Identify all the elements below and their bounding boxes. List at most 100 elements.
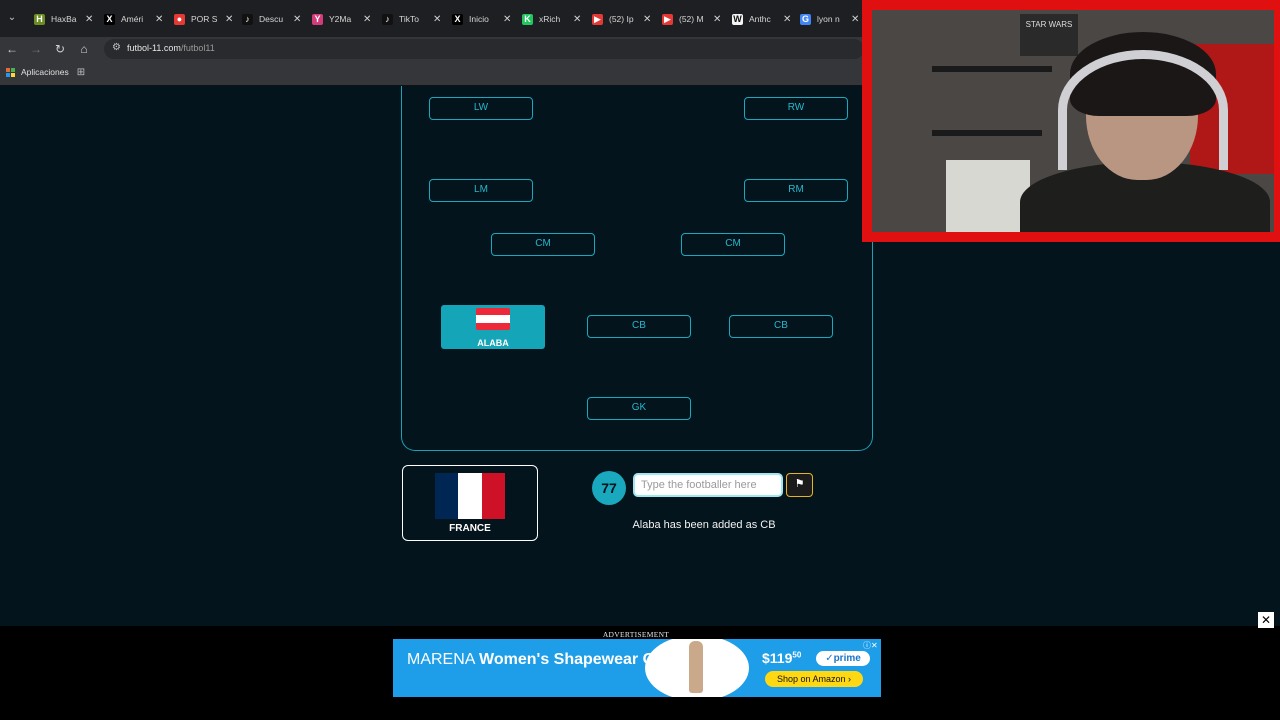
tab-close-icon[interactable]: ✕: [85, 14, 93, 25]
status-message: Alaba has been added as CB: [632, 519, 776, 531]
tab-title: POR S: [191, 14, 218, 24]
tab-close-icon[interactable]: ✕: [573, 14, 581, 25]
forward-arrow-icon[interactable]: →: [28, 41, 44, 57]
flag-icon[interactable]: ⚑: [786, 473, 813, 497]
browser-tab[interactable]: KxRich ✕: [516, 8, 582, 30]
webcam-shelf: [932, 130, 1042, 136]
browser-tab[interactable]: Y Y2Ma ✕: [306, 8, 372, 30]
flag-stripe: [458, 473, 482, 519]
position-slot-rw[interactable]: RW: [744, 97, 848, 120]
pitch: LW RW LM RM CM CM ALABA CB CB GK: [401, 86, 873, 451]
tab-title: Améri: [121, 14, 144, 24]
position-slot-cm-right[interactable]: CM: [681, 233, 785, 256]
position-slot-gk[interactable]: GK: [587, 397, 691, 420]
tab-favicon-icon: ♪: [242, 13, 253, 25]
webcam-headset: [1058, 50, 1228, 170]
tab-close-icon[interactable]: ✕: [433, 14, 441, 25]
tab-close-icon[interactable]: ✕: [783, 14, 791, 25]
tab-title: xRich: [539, 14, 561, 24]
austria-flag: [476, 308, 510, 330]
ad-close-icon[interactable]: ✕: [1258, 612, 1274, 628]
france-flag: [435, 473, 505, 519]
position-slot-lm[interactable]: LM: [429, 179, 533, 202]
tab-close-icon[interactable]: ✕: [293, 14, 301, 25]
tab-favicon-icon: ▶: [592, 13, 603, 25]
apps-grid-icon: [6, 67, 15, 77]
tab-title: Descu: [259, 14, 284, 24]
tab-close-icon[interactable]: ✕: [643, 14, 651, 25]
country-name: FRANCE: [449, 523, 491, 534]
browser-tab[interactable]: ● POR S ✕: [168, 8, 234, 30]
position-slot-lw[interactable]: LW: [429, 97, 533, 120]
footballer-input[interactable]: [633, 473, 783, 497]
flag-stripe: [481, 473, 505, 519]
ad-label: ADVERTISEMENT: [602, 630, 670, 639]
back-arrow-icon[interactable]: ←: [4, 41, 20, 57]
position-slot-cb-right[interactable]: CB: [729, 315, 833, 338]
bookmark-label: Aplicaciones: [21, 67, 69, 77]
address-bar[interactable]: ⚙ futbol-11.com/futbol11: [104, 39, 864, 59]
browser-tab[interactable]: ▶ (52) Ip ✕: [586, 8, 652, 30]
tab-close-icon[interactable]: ✕: [363, 14, 371, 25]
ad-product-figure: [689, 641, 703, 693]
ad-price-main: $119: [762, 650, 793, 666]
position-slot-cm-left[interactable]: CM: [491, 233, 595, 256]
browser-tab[interactable]: X Améri ✕: [98, 8, 164, 30]
position-slot-filled: ALABA: [441, 305, 545, 349]
flag-stripe: [435, 473, 459, 519]
tab-close-icon[interactable]: ✕: [503, 14, 511, 25]
ad-brand: MARENA: [407, 651, 475, 668]
shop-on-amazon-button[interactable]: Shop on Amazon ›: [765, 671, 863, 687]
tab-title: (52) Ip: [609, 14, 634, 24]
webcam-feed: STAR WARS: [872, 10, 1274, 232]
position-slot-rm[interactable]: RM: [744, 179, 848, 202]
tab-favicon-icon: Y: [312, 13, 323, 25]
ad-banner[interactable]: MARENA Women's Shapewear Girdle $11950 ✓…: [393, 639, 881, 697]
remaining-counter: 77: [592, 471, 626, 505]
tab-close-icon[interactable]: ✕: [225, 14, 233, 25]
webcam-poster: STAR WARS: [1020, 14, 1078, 56]
tab-title: Y2Ma: [329, 14, 352, 24]
webcam-fridge: [946, 160, 1030, 232]
browser-tab[interactable]: W Anthc ✕: [726, 8, 792, 30]
tab-favicon-icon: X: [104, 13, 115, 25]
tab-title: Inicio: [469, 14, 489, 24]
site-info-icon[interactable]: ⚙: [112, 42, 121, 53]
tab-title: HaxBa: [51, 14, 77, 24]
ad-price-cents: 50: [792, 650, 802, 660]
tab-close-icon[interactable]: ✕: [851, 14, 859, 25]
browser-tab[interactable]: ▶ (52) M ✕: [656, 8, 722, 30]
reload-icon[interactable]: ↻: [52, 41, 68, 57]
bookmark-apps[interactable]: Aplicaciones: [6, 67, 69, 77]
tab-close-icon[interactable]: ✕: [713, 14, 721, 25]
tab-favicon-icon: ▶: [662, 13, 673, 25]
ad-price: $11950: [762, 650, 801, 666]
tab-favicon-icon: H: [34, 13, 45, 25]
flag-stripe: [476, 322, 510, 330]
country-card: FRANCE: [402, 465, 538, 541]
ad-info-icon[interactable]: ⓘ✕: [863, 640, 878, 650]
tab-close-icon[interactable]: ✕: [155, 14, 163, 25]
browser-tab[interactable]: Glyon n ✕: [794, 8, 860, 30]
browser-tab[interactable]: ♪ Descu ✕: [236, 8, 302, 30]
tab-title: Anthc: [749, 14, 771, 24]
position-slot-cb-mid[interactable]: CB: [587, 315, 691, 338]
tab-favicon-icon: ♪: [382, 13, 393, 25]
url-host: futbol-11.com: [127, 43, 181, 53]
webcam-overlay: STAR WARS: [862, 0, 1280, 242]
tab-groups-icon[interactable]: ⊞: [75, 67, 87, 79]
tab-favicon-icon: X: [452, 13, 463, 25]
tab-title: lyon n: [817, 14, 840, 24]
tab-search-chevron-icon[interactable]: ⌄: [4, 10, 20, 26]
browser-tab[interactable]: H HaxBa ✕: [28, 8, 94, 30]
browser-tab[interactable]: X Inicio ✕: [446, 8, 512, 30]
home-icon[interactable]: ⌂: [76, 41, 92, 57]
tab-favicon-icon: K: [522, 13, 533, 25]
url-text: futbol-11.com/futbol11: [127, 43, 215, 53]
browser-tab[interactable]: ♪ TikTo ✕: [376, 8, 442, 30]
flag-stripe: [476, 308, 510, 316]
prime-badge: ✓prime: [816, 651, 870, 666]
filled-player-name: ALABA: [477, 338, 509, 348]
flag-stripe: [476, 315, 510, 323]
url-path: /futbol11: [180, 43, 215, 53]
